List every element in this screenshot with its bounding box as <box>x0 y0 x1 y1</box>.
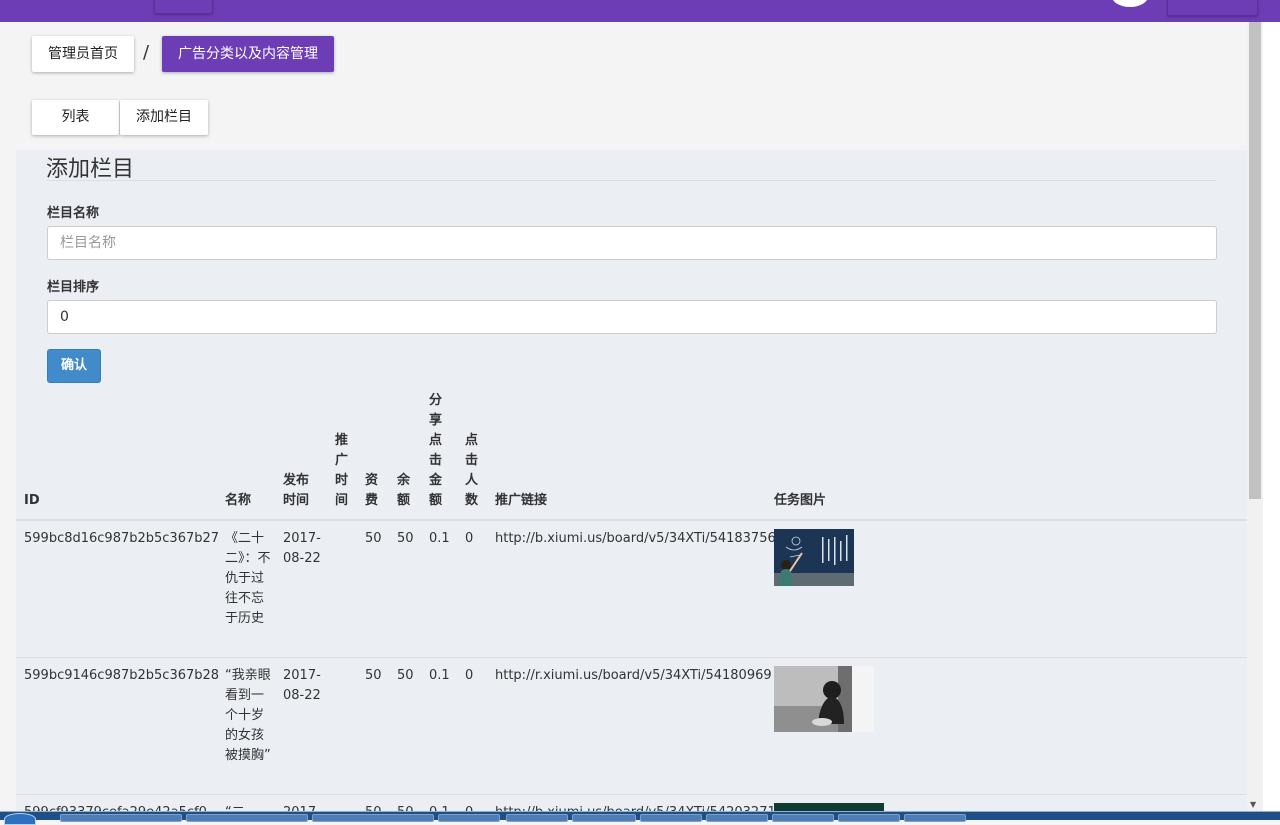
table-row[interactable]: 599cf93379cefa29e42a5cf0 “二 2017- 50 50 … <box>16 795 1247 811</box>
tab-list[interactable]: 列表 <box>32 100 119 135</box>
column-header-fee: 资费 <box>365 473 379 508</box>
taskbar-item[interactable] <box>312 814 434 822</box>
taskbar-item[interactable] <box>572 814 636 822</box>
cell-share-amount: 0.1 <box>429 668 450 683</box>
cell-share-amount: 0.1 <box>429 803 450 811</box>
column-header-date: 发布时间 <box>283 473 310 508</box>
cell-date: 2017-08-22 <box>283 668 321 703</box>
cell-fee: 50 <box>365 668 382 683</box>
breadcrumb-current[interactable]: 广告分类以及内容管理 <box>162 36 334 72</box>
taskbar-item[interactable] <box>60 814 182 822</box>
scrollbar-thumb[interactable] <box>1249 22 1261 499</box>
cell-link[interactable]: http://r.xiumi.us/board/v5/34XTi/5418096… <box>495 666 772 686</box>
column-header-share-amount: 分享点击金额 <box>429 393 443 508</box>
taskbar-item[interactable] <box>904 814 966 822</box>
cell-id: 599bc8d16c987b2b5c367b27 <box>24 531 220 546</box>
main-panel: 添加栏目 栏目名称 栏目排序 确认 ID 名称 发布时间 推广时间 资费 余额 … <box>16 150 1247 811</box>
column-header-image: 任务图片 <box>774 493 827 508</box>
cell-balance: 50 <box>397 803 414 811</box>
column-header-link: 推广链接 <box>495 493 548 508</box>
tab-add-column[interactable]: 添加栏目 <box>120 100 208 135</box>
window-edge <box>1263 22 1280 811</box>
breadcrumb-home[interactable]: 管理员首页 <box>32 36 134 72</box>
cell-clicks: 0 <box>465 531 474 546</box>
taskbar-item[interactable] <box>438 814 500 822</box>
taskbar-item[interactable] <box>186 814 308 822</box>
taskbar-item[interactable] <box>640 814 702 822</box>
cell-fee: 50 <box>365 531 382 546</box>
user-menu-button[interactable] <box>1167 0 1258 16</box>
column-header-balance: 余额 <box>397 473 411 508</box>
user-avatar[interactable] <box>1112 0 1148 7</box>
cell-link[interactable]: http://b.xiumi.us/board/v5/34XTi/5418375… <box>495 529 776 549</box>
nav-menu-button[interactable] <box>154 0 213 14</box>
start-button-icon[interactable] <box>4 813 36 825</box>
taskbar-item[interactable] <box>772 814 834 822</box>
brand-logo <box>24 0 74 4</box>
table-row[interactable]: 599bc8d16c987b2b5c367b27 《二十二》：不仇于过往不忘于历… <box>16 521 1247 658</box>
column-header-id: ID <box>24 493 40 508</box>
cell-name: “我亲眼看到一个十岁的女孩被摸胸” <box>225 668 271 763</box>
cell-fee: 50 <box>365 803 382 811</box>
cell-date: 2017-08-22 <box>283 531 321 566</box>
task-image-thumbnail[interactable] <box>774 666 874 732</box>
cell-clicks: 0 <box>465 803 473 811</box>
column-header-name: 名称 <box>225 493 252 508</box>
column-header-promo-time: 推广时间 <box>335 433 349 508</box>
cell-link[interactable]: http://b.xiumi.us/board/v5/34XTi/5420327… <box>495 803 776 811</box>
table-header: ID 名称 发布时间 推广时间 资费 余额 分享点击金额 点击人数 推广链接 任… <box>16 150 1247 519</box>
table-row[interactable]: 599bc9146c987b2b5c367b28 “我亲眼看到一个十岁的女孩被摸… <box>16 658 1247 795</box>
cell-name: “二 <box>225 803 271 811</box>
cell-balance: 50 <box>397 668 414 683</box>
cell-balance: 50 <box>397 531 414 546</box>
cell-name: 《二十二》：不仇于过往不忘于历史 <box>225 531 271 626</box>
cell-id: 599bc9146c987b2b5c367b28 <box>24 668 220 683</box>
task-image-thumbnail[interactable] <box>774 803 884 811</box>
taskbar-item[interactable] <box>506 814 568 822</box>
cell-date: 2017- <box>283 803 323 811</box>
task-image-thumbnail[interactable] <box>774 529 854 586</box>
cell-id: 599cf93379cefa29e42a5cf0 <box>24 803 207 811</box>
cell-share-amount: 0.1 <box>429 531 450 546</box>
top-navbar <box>0 0 1280 22</box>
vertical-scrollbar[interactable]: ▼ <box>1247 22 1263 811</box>
scroll-down-arrow-icon[interactable]: ▼ <box>1250 800 1256 809</box>
taskbar-item[interactable] <box>706 814 768 822</box>
taskbar-item[interactable] <box>838 814 900 822</box>
breadcrumb-separator: / <box>143 42 150 63</box>
column-header-clicks: 点击人数 <box>465 433 479 508</box>
cell-clicks: 0 <box>465 668 474 683</box>
